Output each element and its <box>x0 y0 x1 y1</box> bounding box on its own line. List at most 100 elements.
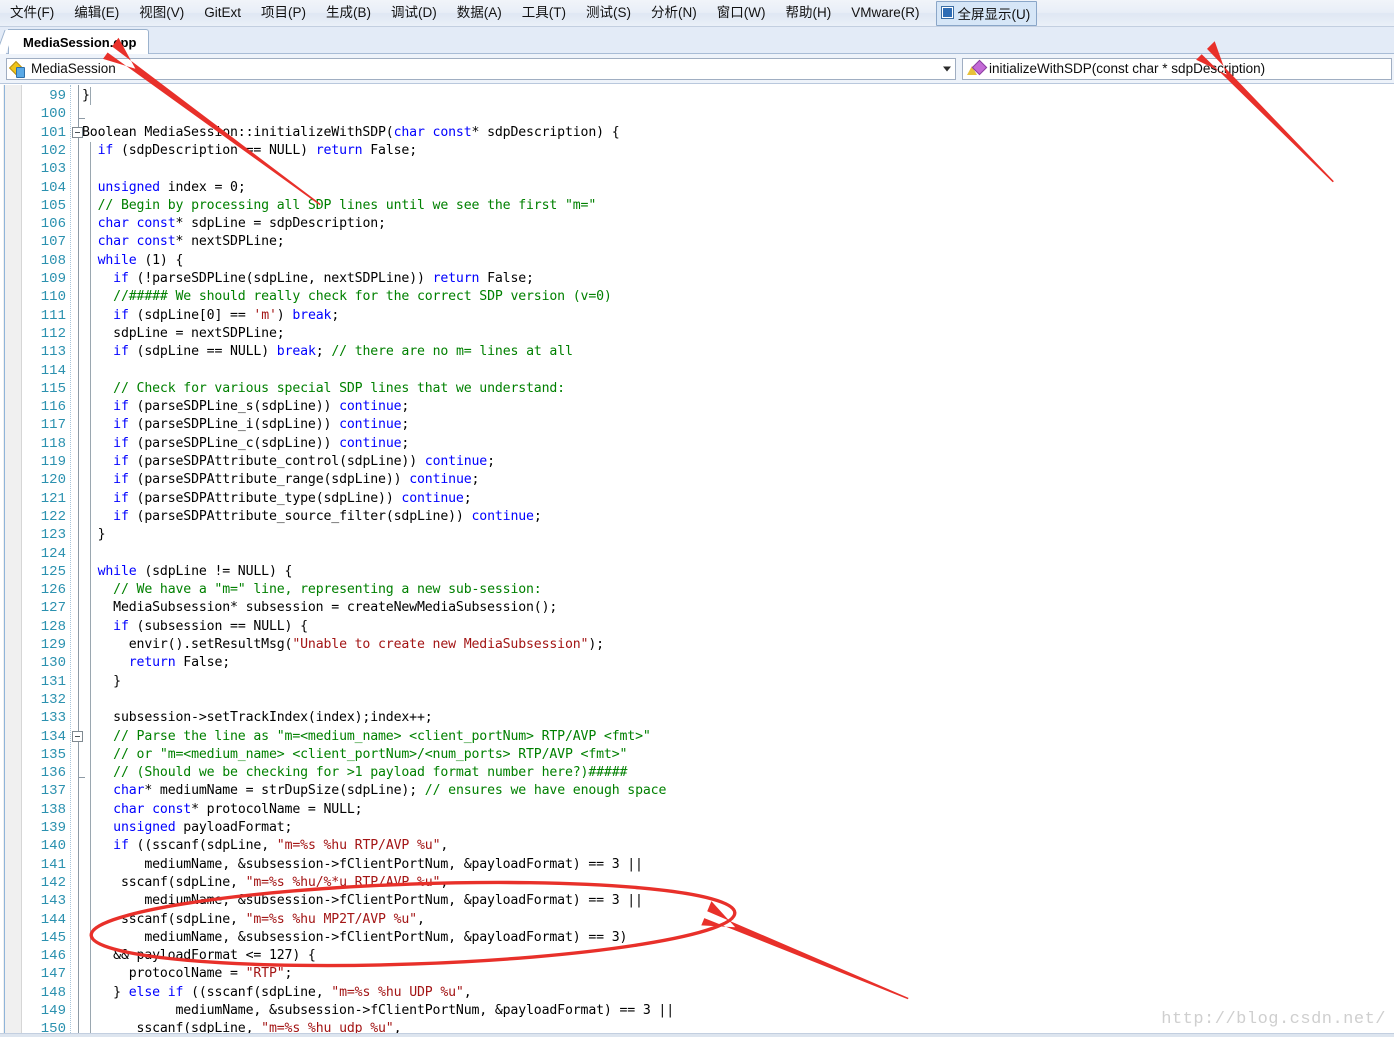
outlining-collapse-box[interactable] <box>72 730 83 742</box>
code-line[interactable]: 141 mediumName, &subsession->fClientPort… <box>0 856 1394 874</box>
code-token: (!parseSDPLine(sdpLine, nextSDPLine)) <box>128 271 433 286</box>
menu-edit[interactable]: 编辑(E) <box>65 1 128 25</box>
menu-file[interactable]: 文件(F) <box>1 1 63 25</box>
outlining-collapse-box[interactable] <box>72 126 83 138</box>
class-dropdown[interactable]: MediaSession <box>6 57 956 80</box>
menu-debug[interactable]: 调试(D) <box>382 1 446 25</box>
code-line[interactable]: 123 } <box>0 526 1394 544</box>
code-line[interactable]: 108 while (1) { <box>0 252 1394 270</box>
menu-test[interactable]: 测试(S) <box>577 1 640 25</box>
line-text: } else if ((sscanf(sdpLine, "m=%s %hu UD… <box>82 984 472 1002</box>
menu-project[interactable]: 项目(P) <box>252 1 315 25</box>
line-number: 115 <box>40 380 66 397</box>
code-line[interactable]: 109 if (!parseSDPLine(sdpLine, nextSDPLi… <box>0 270 1394 288</box>
menu-build[interactable]: 生成(B) <box>317 1 380 25</box>
chevron-down-icon[interactable] <box>943 66 951 71</box>
menu-tools[interactable]: 工具(T) <box>513 1 575 25</box>
code-line[interactable]: 146 && payloadFormat <= 127) { <box>0 947 1394 965</box>
code-line[interactable]: 119 if (parseSDPAttribute_control(sdpLin… <box>0 453 1394 471</box>
code-line[interactable]: 116 if (parseSDPLine_s(sdpLine)) continu… <box>0 398 1394 416</box>
code-token: envir().setResultMsg( <box>82 637 293 652</box>
code-line[interactable]: 136 // (Should we be checking for >1 pay… <box>0 764 1394 782</box>
code-line[interactable]: 99} <box>0 87 1394 105</box>
menu-gitext[interactable]: GitExt <box>195 1 250 25</box>
line-number: 133 <box>40 710 66 727</box>
code-line[interactable]: 126 // We have a "m=" line, representing… <box>0 581 1394 599</box>
code-line[interactable]: 121 if (parseSDPAttribute_type(sdpLine))… <box>0 490 1394 508</box>
code-line[interactable]: 130 return False; <box>0 654 1394 672</box>
code-editor[interactable]: 99} 100 101 Boolean MediaSession::initializ… <box>0 85 1394 1037</box>
code-token: sdpLine = nextSDPLine; <box>82 325 285 341</box>
line-number: 116 <box>40 399 66 416</box>
code-line[interactable]: 118 if (parseSDPLine_c(sdpLine)) continu… <box>0 435 1394 453</box>
code-line[interactable]: 138 char const* protocolName = NULL; <box>0 801 1394 819</box>
code-line[interactable]: 127 MediaSubsession* subsession = create… <box>0 599 1394 617</box>
code-line[interactable]: 134 // Parse the line as "m=<medium_name… <box>0 728 1394 746</box>
code-line[interactable]: 132 <box>0 691 1394 709</box>
code-token: return <box>315 142 363 158</box>
code-line[interactable]: 143 mediumName, &subsession->fClientPort… <box>0 892 1394 910</box>
menu-analyze[interactable]: 分析(N) <box>642 1 706 25</box>
code-line[interactable]: 107 char const* nextSDPLine; <box>0 233 1394 251</box>
code-line[interactable]: 117 if (parseSDPLine_i(sdpLine)) continu… <box>0 416 1394 434</box>
code-token: mediumName, &subsession->fClientPortNum,… <box>82 929 628 945</box>
code-token: if <box>113 435 129 451</box>
code-line[interactable]: 142 sscanf(sdpLine, "m=%s %hu/%*u RTP/AV… <box>0 874 1394 892</box>
code-line[interactable]: 144 sscanf(sdpLine, "m=%s %hu MP2T/AVP %… <box>0 911 1394 929</box>
line-text: mediumName, &subsession->fClientPortNum,… <box>82 1002 674 1020</box>
line-text: protocolName = "RTP"; <box>82 965 293 983</box>
code-line[interactable]: 102 if (sdpDescription == NULL) return F… <box>0 142 1394 160</box>
code-line[interactable]: 124 <box>0 545 1394 563</box>
code-line[interactable]: 137 char* mediumName = strDupSize(sdpLin… <box>0 782 1394 800</box>
code-line[interactable]: 145 mediumName, &subsession->fClientPort… <box>0 929 1394 947</box>
code-line[interactable]: 115 // Check for various special SDP lin… <box>0 380 1394 398</box>
code-line[interactable]: 148 } else if ((sscanf(sdpLine, "m=%s %h… <box>0 984 1394 1002</box>
code-line[interactable]: 110 //##### We should really check for t… <box>0 288 1394 306</box>
code-token: * sdpLine = sdpDescription; <box>175 216 386 232</box>
member-dropdown[interactable]: initializeWithSDP(const char * sdpDescri… <box>962 57 1392 80</box>
code-line[interactable]: 140 if ((sscanf(sdpLine, "m=%s %hu RTP/A… <box>0 837 1394 855</box>
code-token: // Begin by processing all SDP lines unt… <box>97 197 597 213</box>
code-line[interactable]: 114 <box>0 362 1394 380</box>
code-token: char const <box>97 234 176 250</box>
code-line[interactable]: 103 <box>0 160 1394 178</box>
code-line[interactable]: 111 if (sdpLine[0] == 'm') break; <box>0 307 1394 325</box>
code-token: while <box>97 252 137 268</box>
code-line[interactable]: 135 // or "m=<medium_name> <client_portN… <box>0 746 1394 764</box>
menu-data[interactable]: 数据(A) <box>448 1 511 25</box>
code-line[interactable]: 129 envir().setResultMsg("Unable to crea… <box>0 636 1394 654</box>
code-line[interactable]: 105 // Begin by processing all SDP lines… <box>0 197 1394 215</box>
menu-help[interactable]: 帮助(H) <box>777 1 841 25</box>
menu-view[interactable]: 视图(V) <box>130 1 193 25</box>
code-line[interactable]: 120 if (parseSDPAttribute_range(sdpLine)… <box>0 471 1394 489</box>
fullscreen-toggle-button[interactable]: 全屏显示(U) <box>935 0 1038 26</box>
line-number: 105 <box>40 197 66 214</box>
code-line[interactable]: 133 subsession->setTrackIndex(index);ind… <box>0 709 1394 727</box>
code-line[interactable]: 101 Boolean MediaSession::initializeWithS… <box>0 124 1394 142</box>
code-line[interactable]: 131 } <box>0 673 1394 691</box>
code-line[interactable]: 125 while (sdpLine != NULL) { <box>0 563 1394 581</box>
code-line[interactable]: 122 if (parseSDPAttribute_source_filter(… <box>0 508 1394 526</box>
code-line[interactable]: 147 protocolName = "RTP"; <box>0 965 1394 983</box>
menu-window[interactable]: 窗口(W) <box>708 1 775 25</box>
code-line[interactable]: 139 unsigned payloadFormat; <box>0 819 1394 837</box>
code-line[interactable]: 104 unsigned index = 0; <box>0 179 1394 197</box>
menu-vmware[interactable]: VMware(R) <box>842 1 928 25</box>
line-text: char const* nextSDPLine; <box>82 233 285 251</box>
code-line[interactable]: 112 sdpLine = nextSDPLine; <box>0 325 1394 343</box>
code-line[interactable]: 106 char const* sdpLine = sdpDescription… <box>0 215 1394 233</box>
code-line[interactable]: 113 if (sdpLine == NULL) break; // there… <box>0 343 1394 361</box>
tab-mediasession-cpp[interactable]: MediaSession.cpp <box>8 29 150 55</box>
code-token: False; <box>175 655 231 671</box>
code-token: "m=%s %hu MP2T/AVP %u" <box>245 911 418 927</box>
code-line[interactable]: 128 if (subsession == NULL) { <box>0 618 1394 636</box>
line-number: 113 <box>40 344 66 361</box>
navigation-bar: MediaSession initializeWithSDP(const cha… <box>0 54 1394 84</box>
line-number: 106 <box>40 216 66 233</box>
code-line[interactable]: 100 <box>0 105 1394 123</box>
